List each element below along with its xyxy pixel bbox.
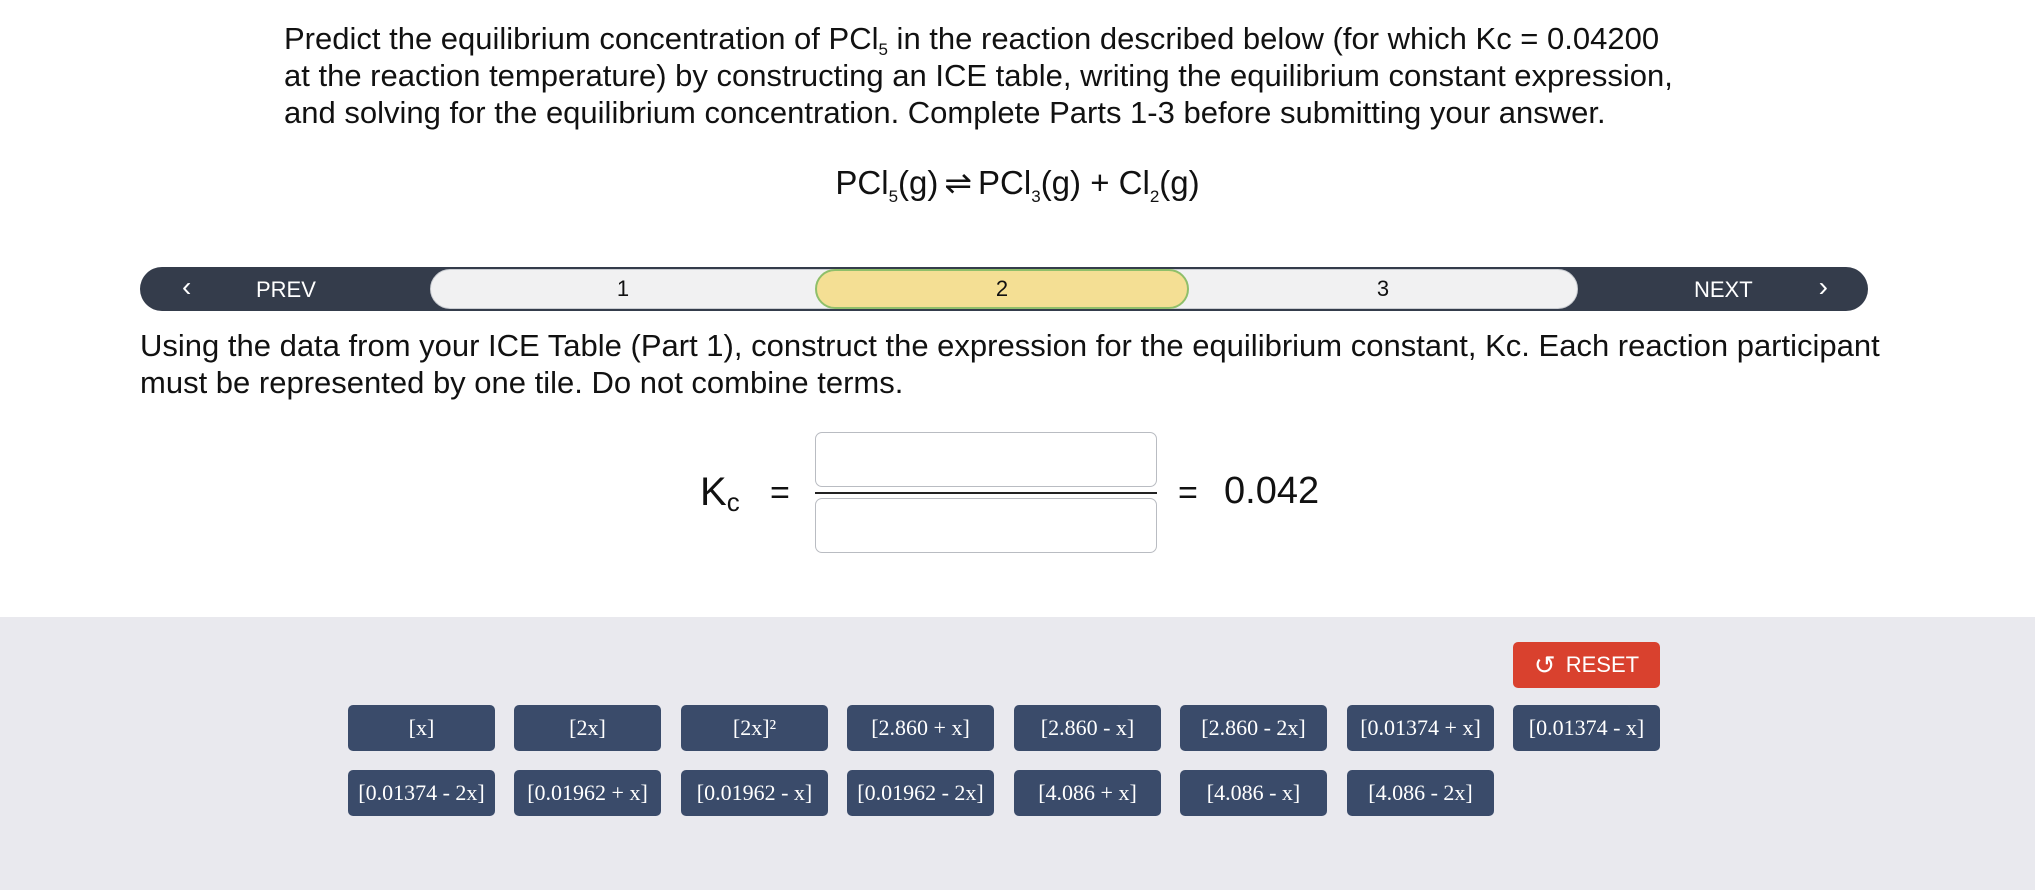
state-label: (g) — [1159, 164, 1200, 201]
numerator-drop-zone[interactable] — [815, 432, 1157, 487]
subscript: 5 — [888, 187, 899, 206]
denominator-drop-zone[interactable] — [815, 498, 1157, 553]
kc-symbol: K — [700, 470, 727, 514]
prev-button[interactable]: ‹ PREV — [140, 267, 430, 311]
tile[interactable]: [0.01962 - 2x] — [847, 770, 994, 816]
state-label: (g) + — [1040, 164, 1119, 201]
undo-icon: ↺ — [1533, 650, 1556, 680]
equals-sign: = — [1178, 474, 1198, 512]
subscript: 3 — [1031, 187, 1041, 206]
equilibrium-arrow-icon: ⇌ — [944, 164, 973, 201]
next-label: NEXT — [1694, 277, 1753, 302]
tile[interactable]: [0.01374 - x] — [1513, 705, 1660, 751]
next-button[interactable]: NEXT › — [1578, 267, 1868, 311]
equals-sign: = — [770, 474, 790, 512]
chevron-right-icon: › — [1818, 271, 1828, 302]
product-formula: PCl — [978, 164, 1032, 201]
reactant-formula: PCl — [835, 164, 889, 201]
question-line: at the reaction temperature) by construc… — [284, 58, 1673, 93]
subscript: 5 — [878, 40, 888, 59]
prev-label: PREV — [256, 277, 316, 302]
tile[interactable]: [4.086 - 2x] — [1347, 770, 1494, 816]
kc-value: 0.042 — [1224, 470, 1320, 512]
tile[interactable]: [2.860 + x] — [847, 705, 994, 751]
subscript: c — [726, 487, 740, 517]
tile[interactable]: [2x] — [514, 705, 661, 751]
chevron-left-icon: ‹ — [182, 271, 192, 302]
reset-label: RESET — [1565, 652, 1640, 677]
tile[interactable]: [4.086 + x] — [1014, 770, 1161, 816]
step-track: 1 2 3 — [430, 269, 1578, 309]
product-formula: Cl — [1118, 164, 1150, 201]
tile[interactable]: [0.01374 - 2x] — [348, 770, 495, 816]
step-2-button-active[interactable]: 2 — [815, 269, 1189, 309]
part-instruction: Using the data from your ICE Table (Part… — [140, 328, 1880, 400]
reaction-equation: PCl5(g) ⇌ PCl3(g) + Cl2(g) — [0, 163, 2035, 206]
tile[interactable]: [2.860 - 2x] — [1180, 705, 1327, 751]
question-line: and solving for the equilibrium concentr… — [284, 95, 1606, 130]
subscript: 2 — [1149, 187, 1160, 206]
tile[interactable]: [0.01962 + x] — [514, 770, 661, 816]
tile[interactable]: [x] — [348, 705, 495, 751]
tile[interactable]: [2.860 - x] — [1014, 705, 1161, 751]
question-text: Predict the equilibrium concentration of… — [284, 20, 1764, 131]
kc-label: Kc — [700, 470, 740, 515]
tile-bank: ↺ RESET [x] [2x] [2x]² [2.860 + x] [2.86… — [0, 617, 2035, 890]
kc-expression-builder: Kc = = 0.042 — [0, 430, 2035, 560]
step-1-button[interactable]: 1 — [431, 270, 815, 308]
state-label: (g) — [898, 164, 939, 201]
tile[interactable]: [0.01374 + x] — [1347, 705, 1494, 751]
question-part: in the reaction described below (for whi… — [887, 21, 1660, 56]
tile[interactable]: [4.086 - x] — [1180, 770, 1327, 816]
question-part: Predict the equilibrium concentration of… — [284, 21, 879, 56]
tile[interactable]: [0.01962 - x] — [681, 770, 828, 816]
reset-button[interactable]: ↺ RESET — [1513, 642, 1660, 688]
step-navigation-bar: ‹ PREV 1 2 3 NEXT › — [140, 267, 1868, 311]
tile[interactable]: [2x]² — [681, 705, 828, 751]
fraction-line — [815, 492, 1157, 494]
step-3-button[interactable]: 3 — [1189, 270, 1577, 308]
